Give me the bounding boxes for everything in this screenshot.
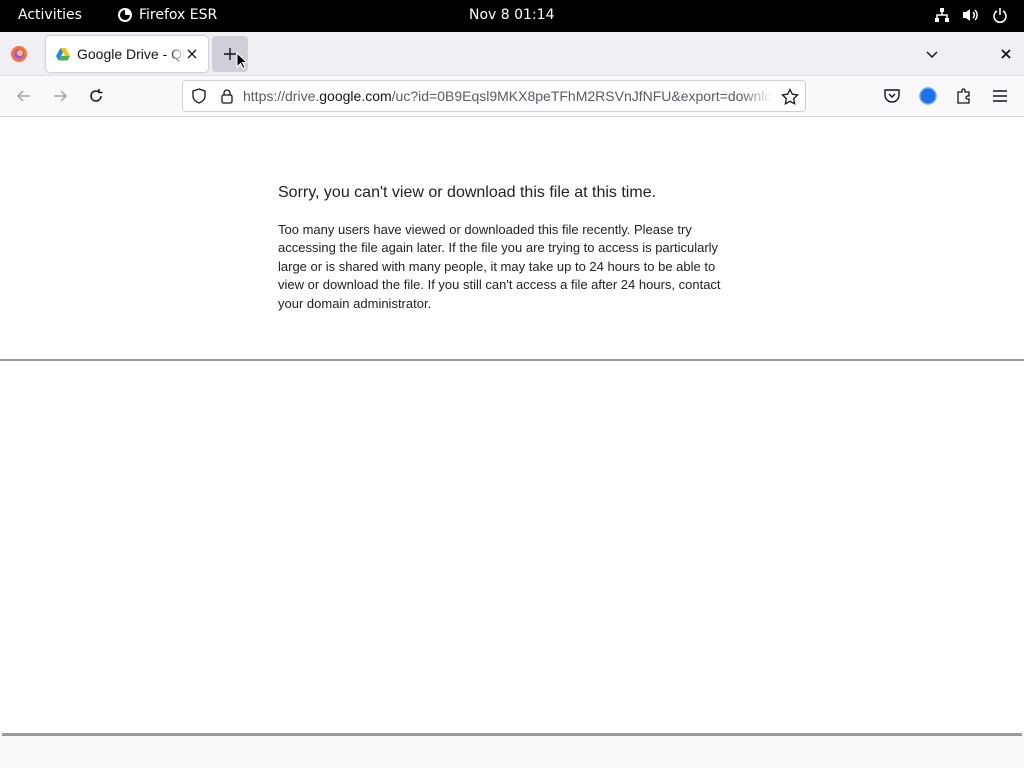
close-tab-icon[interactable]	[184, 46, 200, 62]
app-menu[interactable]: Firefox ESR	[117, 7, 217, 23]
error-title: Sorry, you can't view or download this f…	[278, 184, 657, 201]
forward-icon[interactable]	[50, 86, 70, 106]
list-all-tabs-icon[interactable]	[922, 44, 942, 64]
network-icon[interactable]	[934, 7, 950, 23]
google-drive-icon	[56, 47, 70, 60]
navigation-toolbar: https://drive.google.com/uc?id=0B9Eqsl9M…	[0, 76, 1024, 117]
close-window-icon[interactable]	[996, 44, 1016, 64]
firefox-app-icon	[118, 8, 132, 22]
activities-button[interactable]: Activities	[18, 7, 82, 23]
lock-icon[interactable]	[219, 88, 235, 104]
url-path: /uc?id=0B9Eqsl9MKX8peTFhM2RSVnJfNFU&expo…	[391, 88, 773, 104]
volume-icon[interactable]	[962, 7, 980, 23]
error-message: Too many users have viewed or downloaded…	[278, 222, 721, 311]
system-top-bar: Activities Firefox ESR Nov 8 01:14	[0, 0, 1024, 32]
url-text[interactable]: https://drive.google.com/uc?id=0B9Eqsl9M…	[243, 88, 773, 104]
bookmark-star-icon[interactable]	[781, 88, 799, 106]
address-bar[interactable]: https://drive.google.com/uc?id=0B9Eqsl9M…	[182, 80, 806, 112]
tracking-protection-shield-icon[interactable]	[191, 88, 207, 104]
clock[interactable]: Nov 8 01:14	[469, 7, 554, 23]
mouse-cursor-icon	[236, 52, 248, 70]
tab-google-drive[interactable]: Google Drive - Quota exceeded	[46, 36, 208, 72]
system-tray[interactable]	[934, 7, 1008, 23]
back-icon[interactable]	[14, 86, 34, 106]
hamburger-menu-icon[interactable]	[990, 86, 1010, 106]
app-name-label: Firefox ESR	[139, 7, 218, 23]
page-content: Sorry, you can't view or download this f…	[0, 117, 1024, 768]
pocket-icon[interactable]	[882, 86, 902, 106]
tab-strip: Google Drive - Quota exceeded	[0, 32, 1024, 76]
footer	[0, 736, 1024, 768]
tab-title: Google Drive - Quota exceeded	[77, 46, 185, 62]
divider	[0, 359, 1024, 361]
power-icon[interactable]	[992, 7, 1008, 23]
account-avatar-icon[interactable]	[918, 86, 938, 106]
reload-icon[interactable]	[86, 86, 106, 106]
extensions-puzzle-icon[interactable]	[954, 86, 974, 106]
firefox-view-icon[interactable]	[10, 45, 28, 63]
url-domain: google.com	[319, 88, 392, 104]
url-prefix: https://drive.	[243, 88, 320, 104]
